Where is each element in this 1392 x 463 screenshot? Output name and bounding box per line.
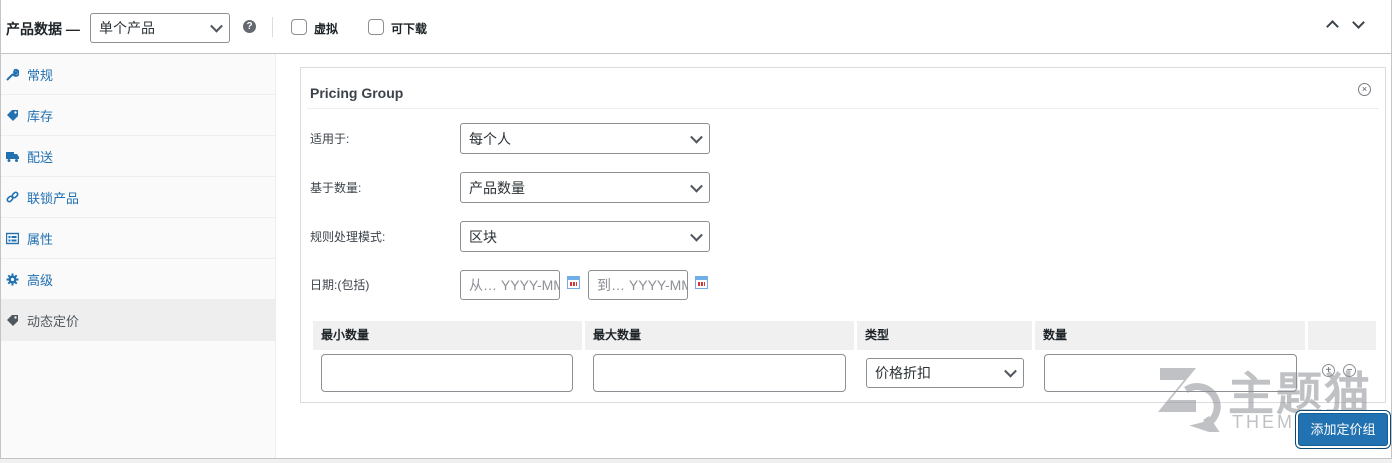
downloadable-label[interactable]: 可下载 xyxy=(391,20,427,37)
virtual-label[interactable]: 虚拟 xyxy=(314,20,338,37)
quantity-based-value: 产品数量 xyxy=(469,179,525,196)
tab-inventory[interactable]: 库存 xyxy=(1,95,275,136)
tab-label: 配送 xyxy=(27,149,54,165)
tab-shipping[interactable]: 配送 xyxy=(1,136,275,177)
product-type-value: 单个产品 xyxy=(99,20,155,36)
dates-label: 日期:(包括) xyxy=(310,278,370,292)
rule-type-select[interactable]: 价格折扣 xyxy=(866,358,1024,388)
column-header-type: 类型 xyxy=(857,321,1032,350)
chevron-down-icon xyxy=(690,130,703,144)
column-header-amount: 数量 xyxy=(1035,321,1305,350)
calendar-icon[interactable] xyxy=(567,276,580,289)
tab-advanced[interactable]: 高级 xyxy=(1,259,275,300)
tag-icon xyxy=(6,109,19,122)
product-type-select[interactable]: 单个产品 xyxy=(90,13,230,43)
tab-label: 属性 xyxy=(27,231,54,247)
calendar-icon[interactable] xyxy=(695,276,708,289)
help-icon[interactable]: ? xyxy=(243,20,256,33)
list-icon xyxy=(5,232,20,245)
wrench-icon xyxy=(6,68,20,81)
pricing-group: Pricing Group × 适用于: 每个人 基于数量: 产品数量 规则处理… xyxy=(300,67,1386,403)
column-header-min-quantity: 最小数量 xyxy=(313,321,582,350)
tab-attributes[interactable]: 属性 xyxy=(1,218,275,259)
applies-to-select[interactable]: 每个人 xyxy=(460,123,710,154)
rule-mode-value: 区块 xyxy=(469,228,497,245)
product-data-tabs: 常规 库存 配送 联锁产品 属性 高级 动态定价 xyxy=(1,54,276,458)
chevron-down-icon xyxy=(690,179,703,193)
date-from-input[interactable]: 从… YYYY-MM-DD xyxy=(460,270,560,300)
tab-linked-products[interactable]: 联锁产品 xyxy=(1,177,275,218)
link-icon xyxy=(6,191,19,204)
chevron-down-icon xyxy=(690,228,703,242)
divider xyxy=(272,17,273,37)
pricing-group-title: Pricing Group xyxy=(310,85,404,101)
quantity-based-select[interactable]: 产品数量 xyxy=(460,172,710,203)
rule-type-value: 价格折扣 xyxy=(875,365,931,381)
price-tag-icon xyxy=(6,314,19,327)
applies-to-label: 适用于: xyxy=(310,132,350,146)
downloadable-checkbox[interactable] xyxy=(368,19,384,35)
truck-icon xyxy=(6,150,19,163)
virtual-checkbox[interactable] xyxy=(291,19,307,35)
divider xyxy=(307,108,1379,109)
tab-label: 联锁产品 xyxy=(27,190,80,206)
add-row-icon[interactable]: + xyxy=(1322,364,1335,377)
remove-row-icon[interactable]: − xyxy=(1343,364,1356,377)
tab-label: 动态定价 xyxy=(27,313,80,329)
product-data-panel: 产品数据 — 单个产品 ? 虚拟 可下载 常规 库存 配送 联锁产品 属性 高级… xyxy=(0,0,1392,459)
rule-mode-label: 规则处理模式: xyxy=(310,230,386,244)
column-header-actions xyxy=(1308,321,1376,350)
tab-dynamic-pricing[interactable]: 动态定价 xyxy=(1,300,275,341)
applies-to-value: 每个人 xyxy=(469,130,511,147)
rule-mode-select[interactable]: 区块 xyxy=(460,221,710,252)
tab-label: 高级 xyxy=(27,272,54,288)
tab-label: 常规 xyxy=(27,67,54,83)
tab-general[interactable]: 常规 xyxy=(1,54,275,95)
quantity-based-label: 基于数量: xyxy=(310,181,362,195)
min-quantity-input[interactable] xyxy=(321,354,573,392)
product-data-title: 产品数据 — xyxy=(6,21,80,37)
product-data-header: 产品数据 — 单个产品 ? 虚拟 可下载 xyxy=(1,0,1391,54)
gear-icon xyxy=(6,273,19,286)
amount-input[interactable] xyxy=(1044,354,1297,392)
date-to-input[interactable]: 到… YYYY-MM-DD xyxy=(588,270,688,300)
chevron-down-icon xyxy=(210,19,223,33)
add-pricing-group-button[interactable]: 添加定价组 xyxy=(1298,413,1388,446)
move-down-icon[interactable] xyxy=(1352,16,1365,29)
column-header-max-quantity: 最大数量 xyxy=(585,321,854,350)
move-up-icon[interactable] xyxy=(1326,20,1339,33)
close-icon[interactable]: × xyxy=(1358,83,1371,96)
max-quantity-input[interactable] xyxy=(593,354,846,392)
chevron-down-icon xyxy=(1004,364,1017,378)
tab-label: 库存 xyxy=(27,108,54,124)
